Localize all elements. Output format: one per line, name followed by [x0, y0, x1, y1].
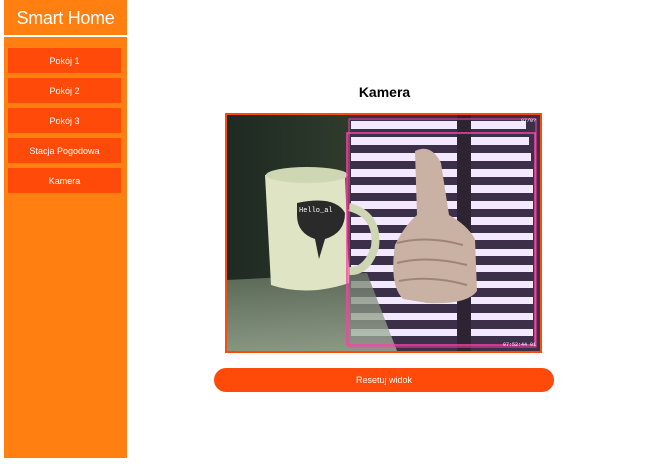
camera-feed: Hello_al 07/0? 07:52:44 01 [225, 113, 542, 353]
reset-view-button[interactable]: Resetuj widok [214, 368, 554, 392]
sidebar-divider [4, 35, 127, 37]
page-title: Kamera [358, 84, 411, 100]
sidebar-item-pokoj-2[interactable]: Pokój 2 [8, 78, 121, 103]
sidebar-item-pokoj-3[interactable]: Pokój 3 [8, 108, 121, 133]
camera-timestamp-top: 07/0? [520, 118, 536, 124]
sidebar-item-stacja-pogodowa[interactable]: Stacja Pogodowa [8, 138, 121, 163]
camera-image [227, 115, 540, 351]
sidebar: Smart Home Pokój 1 Pokój 2 Pokój 3 Stacj… [4, 0, 127, 458]
app-title: Smart Home [16, 8, 115, 28]
camera-timestamp: 07:52:44 01 [502, 342, 536, 348]
sidebar-item-kamera[interactable]: Kamera [8, 168, 121, 193]
sidebar-item-pokoj-1[interactable]: Pokój 1 [8, 48, 121, 73]
sidebar-nav: Pokój 1 Pokój 2 Pokój 3 Stacja Pogodowa … [8, 48, 121, 198]
mug-text: Hello_al [299, 207, 333, 215]
